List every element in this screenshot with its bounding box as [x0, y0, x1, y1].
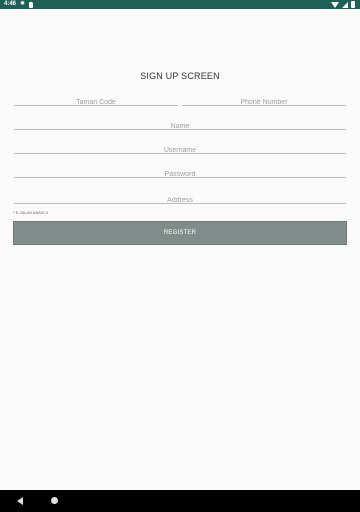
password-field: [14, 163, 346, 182]
name-input[interactable]: [14, 119, 346, 134]
phone-number-input[interactable]: [182, 95, 346, 110]
home-icon[interactable]: [51, 497, 58, 504]
sd-card-icon: [29, 1, 34, 8]
signal-icon: [342, 1, 348, 8]
username-field: [14, 139, 346, 158]
name-field: [14, 115, 346, 134]
password-input[interactable]: [14, 167, 346, 182]
page-title: SIGN UP SCREEN: [140, 71, 220, 81]
status-left-icons: ✹: [20, 1, 34, 8]
phone-number-field: [182, 91, 346, 110]
address-input[interactable]: [14, 193, 346, 208]
address-hint: * E.JALAN ABASI 3: [13, 210, 48, 215]
taman-code-input[interactable]: [14, 95, 178, 110]
status-time: 4:46: [4, 1, 17, 7]
battery-icon: [351, 1, 355, 8]
gear-icon: ✹: [20, 1, 26, 7]
status-right-icons: [331, 1, 355, 8]
wifi-icon: [331, 1, 339, 8]
status-bar: 4:46 ✹: [0, 0, 360, 9]
register-button[interactable]: REGISTER: [13, 221, 347, 245]
back-icon[interactable]: [17, 497, 23, 505]
address-field: [14, 189, 346, 208]
navigation-bar: [0, 490, 360, 512]
taman-code-field: [14, 91, 178, 110]
username-input[interactable]: [14, 143, 346, 158]
